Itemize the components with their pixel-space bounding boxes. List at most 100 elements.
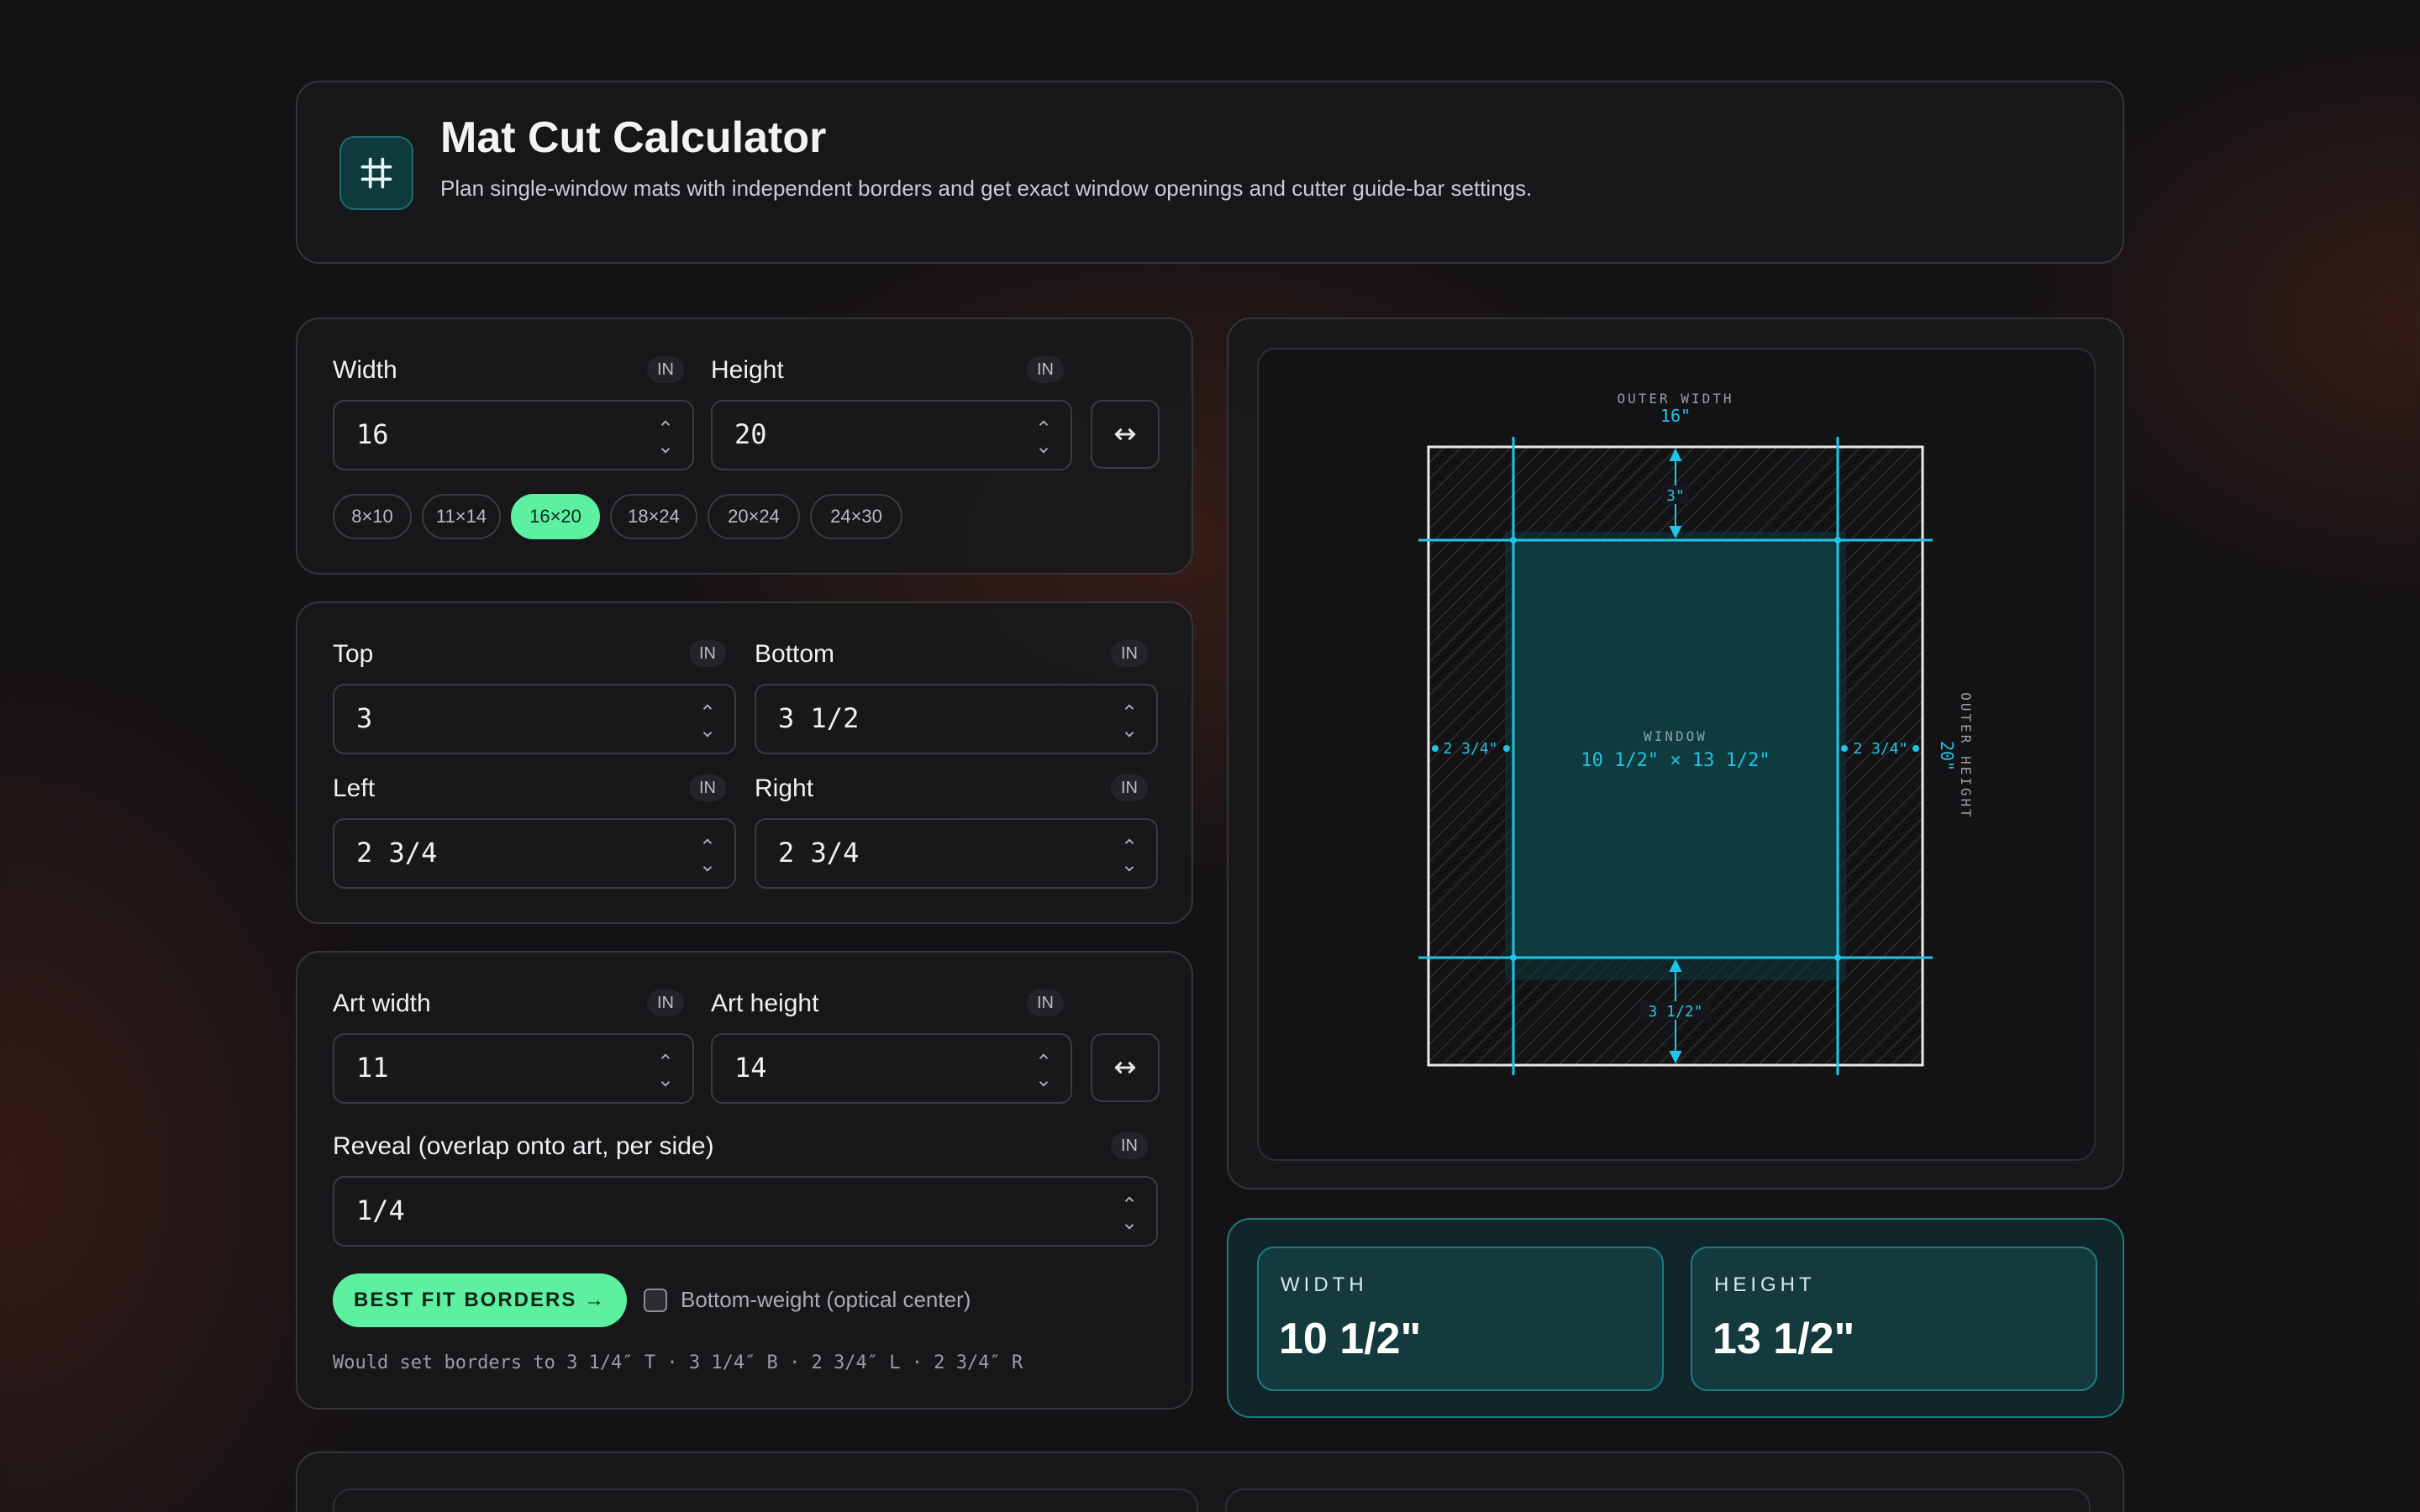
art-height-value: 14	[734, 1052, 767, 1084]
unit-badge: IN	[647, 990, 684, 1016]
chevron-down-icon[interactable]	[1034, 1074, 1054, 1094]
unit-badge: IN	[1111, 1132, 1148, 1159]
chevron-up-icon[interactable]	[1034, 1047, 1054, 1067]
chevron-down-icon[interactable]	[655, 1074, 676, 1094]
diagram-canvas: OUTER WIDTH 16" 3" 3 1/2" 2 3/4" 2 3/4" …	[1257, 348, 2096, 1161]
swap-arrows-icon	[1114, 1062, 1136, 1074]
bottom-label: Bottom	[755, 640, 835, 668]
art-width-stepper[interactable]	[655, 1045, 676, 1095]
top-dim-label: 3"	[1666, 487, 1685, 505]
reveal-value: 1/4	[356, 1194, 405, 1226]
grid-hash-icon	[339, 136, 413, 210]
chevron-down-icon[interactable]	[655, 440, 676, 460]
width-field[interactable]: 16	[333, 400, 694, 470]
swap-art-dimensions-button[interactable]	[1091, 1033, 1160, 1102]
preset-chip-8x10[interactable]: 8×10	[333, 494, 412, 539]
best-fit-borders-button[interactable]: BEST FIT BORDERS →	[333, 1273, 627, 1327]
outer-size-panel: Width IN Height IN 16 20 8×10 11×14 16×2…	[296, 318, 1193, 575]
chevron-down-icon[interactable]	[697, 724, 718, 744]
chevron-down-icon[interactable]	[1119, 1216, 1139, 1236]
width-value: 16	[356, 418, 389, 450]
lower-panel	[296, 1452, 2124, 1512]
chevron-down-icon[interactable]	[1119, 858, 1139, 879]
right-border-field[interactable]: 2 3/4	[755, 818, 1158, 889]
top-border-stepper[interactable]	[697, 696, 718, 746]
unit-badge: IN	[1027, 990, 1064, 1016]
diagram-panel: OUTER WIDTH 16" 3" 3 1/2" 2 3/4" 2 3/4" …	[1227, 318, 2124, 1189]
reveal-label: Reveal (overlap onto art, per side)	[333, 1132, 714, 1160]
art-height-stepper[interactable]	[1034, 1045, 1054, 1095]
bottom-weight-label[interactable]: Bottom-weight (optical center)	[681, 1287, 971, 1313]
chevron-up-icon[interactable]	[1119, 697, 1139, 717]
left-dim-label: 2 3/4"	[1443, 740, 1497, 758]
chevron-up-icon[interactable]	[697, 832, 718, 852]
reveal-field[interactable]: 1/4	[333, 1176, 1158, 1247]
chevron-up-icon[interactable]	[1119, 1189, 1139, 1210]
top-border-value: 3	[356, 702, 373, 734]
chevron-up-icon[interactable]	[1119, 832, 1139, 852]
chevron-up-icon[interactable]	[1034, 413, 1054, 433]
right-label: Right	[755, 774, 814, 802]
left-border-stepper[interactable]	[697, 830, 718, 880]
borders-panel: Top IN Bottom IN 3 3 1/2 Left IN Right I…	[296, 601, 1193, 924]
bottom-dim-label: 3 1/2"	[1648, 1003, 1702, 1021]
height-label: Height	[711, 356, 784, 384]
outer-height-value: 20"	[1937, 741, 1957, 771]
bottom-border-field[interactable]: 3 1/2	[755, 684, 1158, 754]
art-width-label: Art width	[333, 990, 431, 1017]
window-result-panel: WIDTH 10 1/2" HEIGHT 13 1/2"	[1227, 1218, 2124, 1418]
window-caption: WINDOW	[1644, 728, 1707, 744]
unit-badge: IN	[1027, 356, 1064, 383]
result-width-label: WIDTH	[1281, 1273, 1368, 1296]
chevron-down-icon[interactable]	[1119, 724, 1139, 744]
lower-panel-left	[333, 1488, 1198, 1512]
width-stepper[interactable]	[655, 412, 676, 462]
art-width-field[interactable]: 11	[333, 1033, 694, 1104]
chevron-up-icon[interactable]	[655, 1047, 676, 1067]
swap-dimensions-button[interactable]	[1091, 400, 1160, 469]
height-field[interactable]: 20	[711, 400, 1072, 470]
left-border-field[interactable]: 2 3/4	[333, 818, 736, 889]
reveal-stepper[interactable]	[1119, 1188, 1139, 1238]
result-height-value: 13 1/2"	[1712, 1315, 1855, 1363]
window-opening	[1513, 540, 1838, 958]
preset-chip-20x24[interactable]: 20×24	[708, 494, 800, 539]
unit-badge: IN	[689, 774, 726, 801]
chevron-down-icon[interactable]	[1034, 440, 1054, 460]
width-label: Width	[333, 356, 397, 384]
unit-badge: IN	[689, 640, 726, 667]
page-subtitle: Plan single-window mats with independent…	[440, 176, 1533, 201]
preset-chip-16x20[interactable]: 16×20	[511, 494, 600, 539]
result-height-label: HEIGHT	[1714, 1273, 1816, 1296]
unit-badge: IN	[1111, 640, 1148, 667]
unit-badge: IN	[1111, 774, 1148, 801]
outer-width-caption: OUTER WIDTH	[1618, 391, 1734, 407]
chevron-down-icon[interactable]	[697, 858, 718, 879]
bottom-weight-checkbox[interactable]	[644, 1289, 667, 1312]
chevron-up-icon[interactable]	[655, 413, 676, 433]
right-border-stepper[interactable]	[1119, 830, 1139, 880]
art-panel: Art width IN Art height IN 11 14 Reveal …	[296, 951, 1193, 1410]
art-width-value: 11	[356, 1052, 389, 1084]
outer-height-caption: OUTER HEIGHT	[1958, 692, 1974, 820]
chevron-up-icon[interactable]	[697, 697, 718, 717]
outer-width-value: 16"	[1660, 406, 1691, 426]
bottom-border-value: 3 1/2	[778, 702, 860, 734]
height-stepper[interactable]	[1034, 412, 1054, 462]
window-width-result: WIDTH 10 1/2"	[1257, 1247, 1664, 1391]
art-height-field[interactable]: 14	[711, 1033, 1072, 1104]
top-border-field[interactable]: 3	[333, 684, 736, 754]
result-width-value: 10 1/2"	[1279, 1315, 1422, 1363]
right-border-value: 2 3/4	[778, 837, 860, 869]
lower-panel-right	[1225, 1488, 2091, 1512]
preset-chip-24x30[interactable]: 24×30	[810, 494, 902, 539]
right-dim-label: 2 3/4"	[1853, 740, 1907, 758]
bottom-border-stepper[interactable]	[1119, 696, 1139, 746]
window-height-result: HEIGHT 13 1/2"	[1691, 1247, 2097, 1391]
window-dims: 10 1/2" × 13 1/2"	[1581, 750, 1770, 771]
preset-chip-18x24[interactable]: 18×24	[610, 494, 697, 539]
preset-chip-11x14[interactable]: 11×14	[422, 494, 501, 539]
height-value: 20	[734, 418, 767, 450]
left-border-value: 2 3/4	[356, 837, 438, 869]
best-fit-hint: Would set borders to 3 1/4″ T · 3 1/4″ B…	[333, 1352, 1023, 1373]
